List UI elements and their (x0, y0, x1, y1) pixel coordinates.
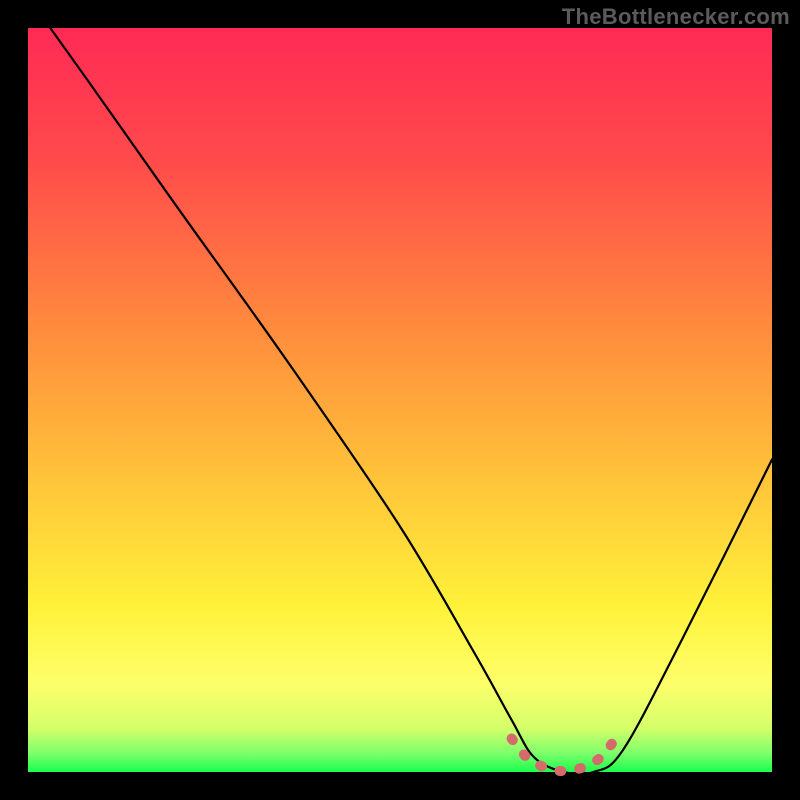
plot-area (28, 28, 772, 772)
bottleneck-chart-svg (0, 0, 800, 800)
chart-frame: TheBottlenecker.com (0, 0, 800, 800)
watermark-text: TheBottlenecker.com (562, 4, 790, 30)
